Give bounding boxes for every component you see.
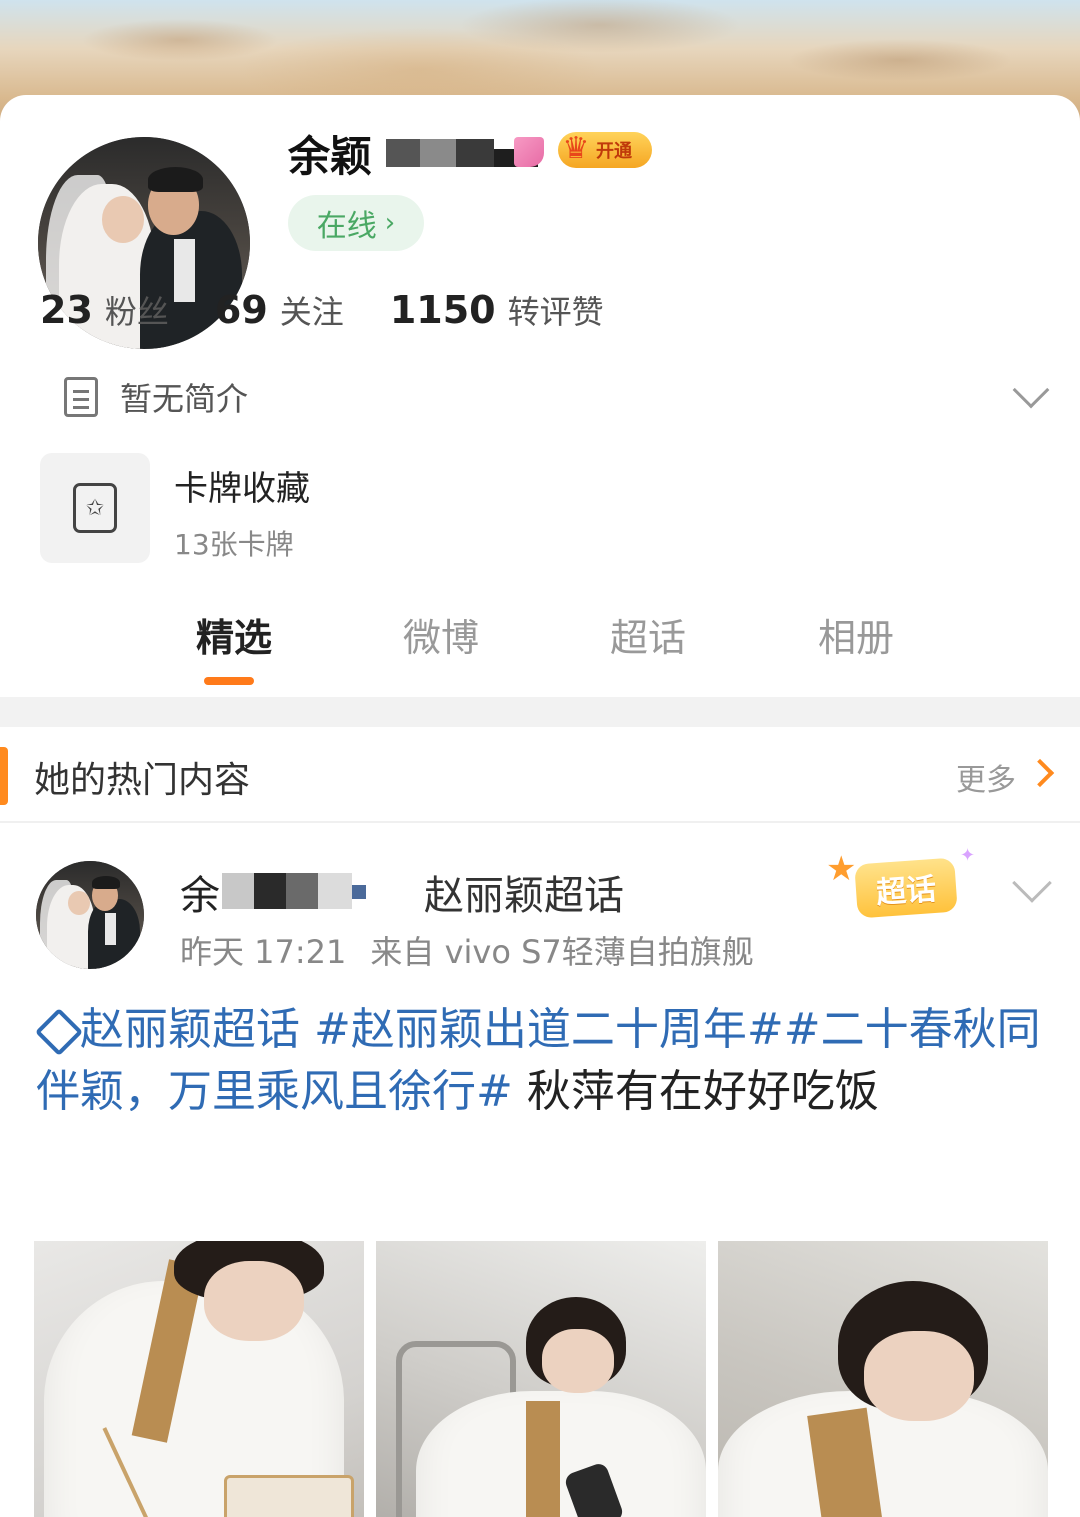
- tab-weibo[interactable]: 微博: [341, 607, 541, 662]
- post-topic-name[interactable]: 赵丽颖超话: [424, 863, 624, 921]
- profile-tabs: 精选 微博 超话 相册: [0, 607, 1080, 697]
- crown-icon: ♛: [562, 130, 590, 166]
- gender-icon: [514, 137, 544, 167]
- stat-value: 23: [40, 288, 93, 332]
- post-card[interactable]: 余 赵丽颖超话 昨天 17:21 来自 vivo S7轻薄自拍旗舰 ★ 超话 ✦…: [0, 823, 1080, 1517]
- tab-supertopic[interactable]: 超话: [548, 607, 748, 662]
- profile-name: 余颖: [288, 132, 373, 181]
- profile-stats: 23 粉丝 69 关注 1150 转评赞: [40, 287, 604, 333]
- stat-label: 转评赞: [507, 293, 604, 331]
- post-time: 昨天 17:21: [180, 933, 347, 971]
- post-body: 秋萍有在好好吃饭: [512, 1066, 879, 1117]
- stat-fans[interactable]: 23 粉丝: [40, 287, 169, 333]
- sparkle-icon: ✦: [960, 845, 976, 866]
- card-collection-count: 13张卡牌: [174, 528, 294, 561]
- star-icon: ★: [826, 849, 857, 889]
- profile-card: 余颖 ♛ 开通 在线 › 23 粉丝 69 关注 1150 转评赞 暂无简介 ✩: [0, 95, 1080, 1517]
- supertopic-link[interactable]: 赵丽颖超话: [80, 1004, 300, 1055]
- post-photo[interactable]: [718, 1241, 1048, 1517]
- stat-label: 粉丝: [104, 293, 169, 331]
- post-photos: ◎: [34, 1241, 1048, 1517]
- card-collection-title[interactable]: 卡牌收藏: [174, 461, 310, 510]
- card-icon: ✩: [73, 483, 117, 533]
- post-author-name[interactable]: 余: [180, 863, 220, 921]
- more-link[interactable]: 更多: [956, 755, 1016, 799]
- post-text: 赵丽颖超话 #赵丽颖出道二十周年##二十春秋同伴颖，万里乘风且徐行# 秋萍有在好…: [36, 999, 1046, 1123]
- section-divider: [0, 697, 1080, 727]
- vip-open-button[interactable]: ♛ 开通: [558, 131, 652, 168]
- supertopic-badge[interactable]: 超话: [854, 857, 958, 919]
- chevron-down-icon[interactable]: [1012, 371, 1050, 409]
- post-author-avatar[interactable]: [36, 861, 144, 969]
- hot-content-title: 她的热门内容: [34, 760, 251, 801]
- chevron-right-icon: ›: [384, 208, 396, 238]
- vip-label: 开通: [596, 141, 632, 162]
- active-tab-indicator: [204, 677, 254, 685]
- chevron-right-icon[interactable]: [1025, 758, 1055, 788]
- chevron-down-icon[interactable]: [1012, 863, 1052, 903]
- stat-label: 关注: [279, 293, 344, 331]
- diamond-icon: [36, 1019, 76, 1045]
- intro-text: 暂无简介: [120, 380, 249, 418]
- tab-featured[interactable]: 精选: [134, 607, 334, 662]
- online-status[interactable]: 在线 ›: [288, 195, 424, 251]
- online-label: 在线: [316, 209, 377, 244]
- tab-album[interactable]: 相册: [756, 607, 956, 662]
- stat-interactions[interactable]: 1150 转评赞: [390, 287, 604, 333]
- post-photo[interactable]: ◎: [34, 1241, 364, 1517]
- section-accent-bar: [0, 747, 8, 805]
- document-icon: [64, 377, 98, 417]
- author-mosaic: [222, 873, 366, 909]
- post-meta: 昨天 17:21 来自 vivo S7轻薄自拍旗舰: [180, 927, 754, 973]
- intro-row[interactable]: 暂无简介: [64, 371, 1050, 421]
- stat-value: 69: [214, 288, 268, 332]
- post-source: 来自 vivo S7轻薄自拍旗舰: [370, 933, 754, 971]
- stat-value: 1150: [389, 288, 496, 332]
- hot-content-header: 她的热门内容 更多: [0, 727, 1080, 823]
- post-photo[interactable]: [376, 1241, 706, 1517]
- card-collection-tile[interactable]: ✩: [40, 453, 150, 563]
- stat-following[interactable]: 69 关注: [215, 287, 344, 333]
